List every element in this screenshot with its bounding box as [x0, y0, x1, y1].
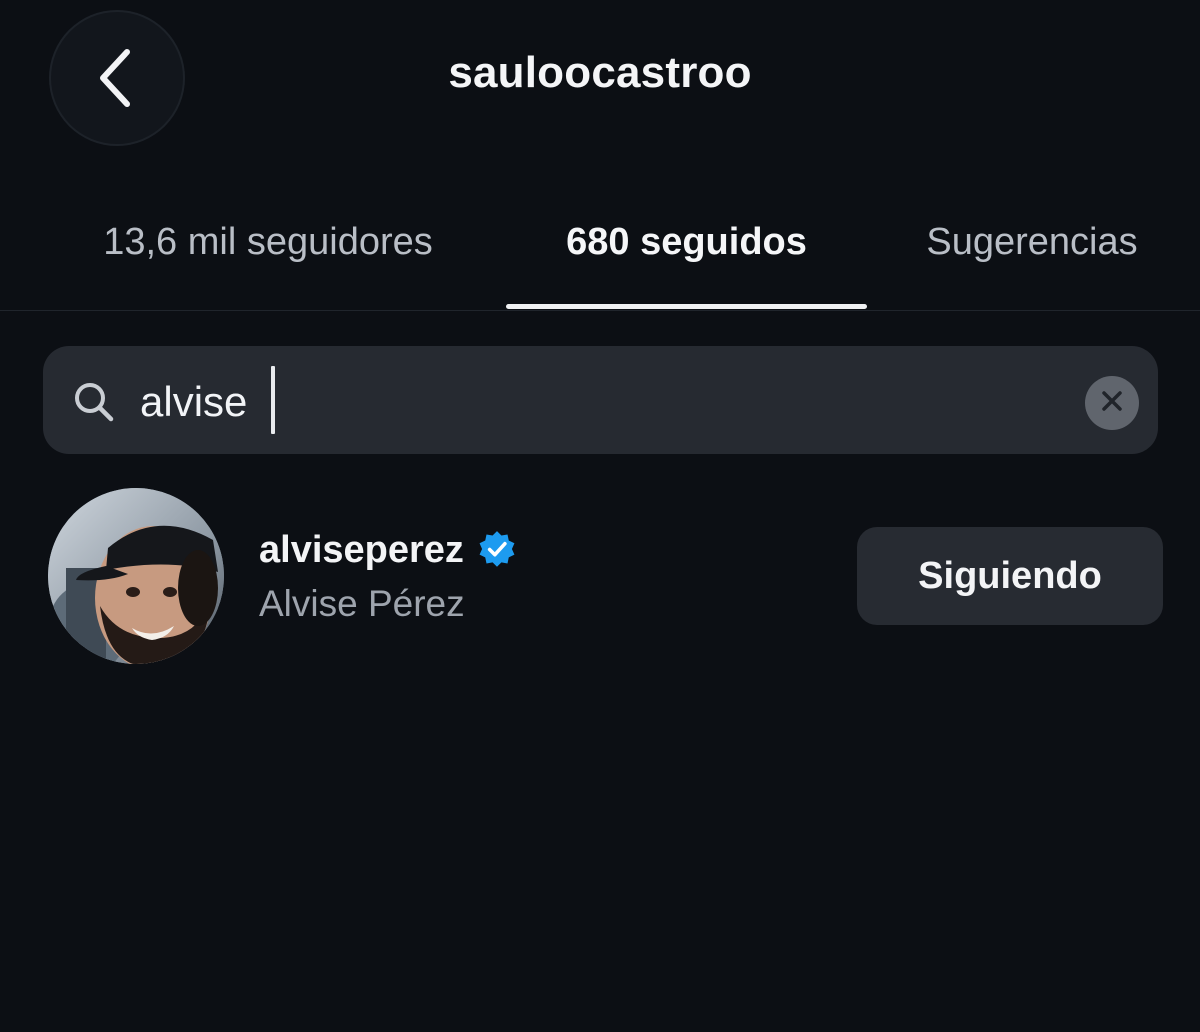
tab-followers[interactable]: 13,6 mil seguidores — [40, 215, 496, 310]
username-line: alviseperez — [259, 525, 518, 575]
back-button[interactable] — [49, 10, 185, 146]
tab-suggestions-label: Sugerencias — [926, 221, 1138, 263]
search-input[interactable] — [140, 374, 1040, 430]
tab-following-label: 680 seguidos — [566, 221, 807, 263]
list-item[interactable]: alviseperez Alvise Pérez Siguiendo — [0, 480, 1200, 680]
tabs-divider — [0, 310, 1200, 311]
verified-badge-icon — [476, 529, 518, 571]
following-button[interactable]: Siguiendo — [857, 527, 1163, 625]
tab-following[interactable]: 680 seguidos — [506, 215, 867, 310]
clear-search-button[interactable] — [1085, 376, 1139, 430]
following-screen: sauloocastroo 13,6 mil seguidores 680 se… — [0, 0, 1200, 1032]
active-tab-indicator — [506, 304, 867, 309]
avatar[interactable] — [48, 488, 224, 664]
username[interactable]: alviseperez — [259, 529, 464, 572]
tab-bar: 13,6 mil seguidores 680 seguidos Sugeren… — [0, 215, 1200, 310]
full-name: Alvise Pérez — [259, 583, 465, 624]
tab-suggestions[interactable]: Sugerencias — [892, 215, 1172, 310]
chevron-left-icon — [93, 46, 141, 110]
close-icon — [1100, 389, 1124, 418]
tab-followers-label: 13,6 mil seguidores — [103, 221, 433, 263]
search-icon — [72, 380, 116, 424]
text-caret — [271, 366, 275, 434]
page-title: sauloocastroo — [448, 48, 752, 97]
